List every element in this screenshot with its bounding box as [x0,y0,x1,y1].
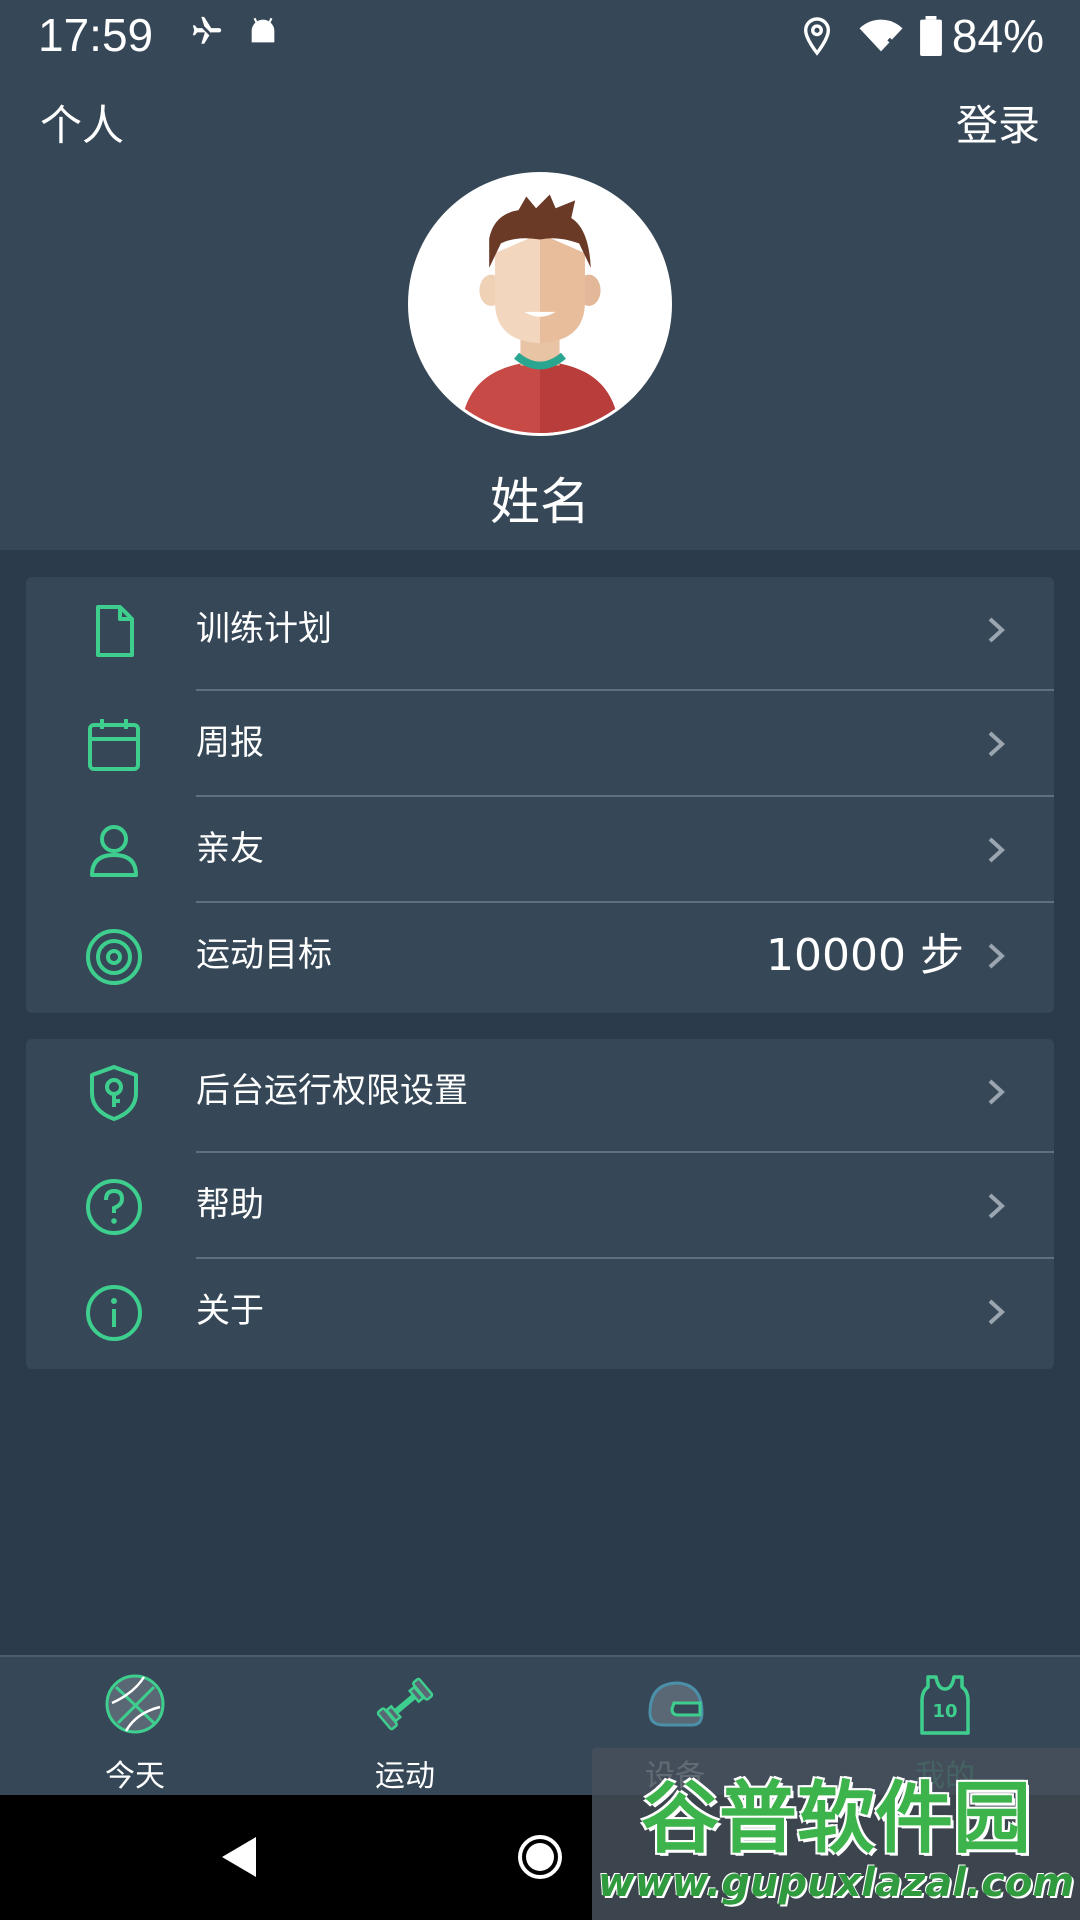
home-icon[interactable] [516,1833,564,1881]
chevron-right-icon [988,1079,1005,1105]
menu-item-label: 后台运行权限设置 [196,1071,468,1111]
battery-percent: 84% [951,10,1044,62]
document-icon [96,605,134,657]
chevron-right-icon [988,837,1005,863]
jersey-number: 10 [932,1701,957,1722]
help-icon [86,1179,142,1235]
chevron-right-icon [988,731,1005,757]
exercise-goal-value: 10000 步 [766,930,964,981]
menu-item-help[interactable]: 帮助 [26,1153,1054,1258]
chevron-right-icon [988,617,1005,643]
airplane-off-icon [192,16,222,45]
android-icon [251,17,275,43]
status-bar: 17:59 84% [0,0,1080,70]
chevron-right-icon [988,943,1005,969]
wifi-icon [859,19,903,52]
menu-item-label: 帮助 [196,1185,264,1225]
watermark-title: 谷普软件园 [640,1774,1031,1864]
watermark: 谷普软件园 www.gupuxlazal.com [592,1748,1080,1920]
nav-tab-today[interactable]: 今天 [0,1657,270,1797]
chevron-right-icon [988,1193,1005,1219]
menu-item-label: 训练计划 [196,609,332,649]
shield-key-icon [90,1065,138,1121]
person-icon [90,825,138,877]
nav-tab-exercise[interactable]: 运动 [270,1657,540,1797]
menu-item-background-permission[interactable]: 后台运行权限设置 [26,1039,1054,1144]
login-button[interactable]: 登录 [956,92,1040,153]
dumbbell-icon [376,1677,434,1731]
menu-item-training-plan[interactable]: 训练计划 [26,577,1054,682]
nav-tab-label: 运动 [375,1759,435,1794]
menu-item-label: 亲友 [196,829,264,869]
battery-icon [920,16,942,56]
menu-item-label: 关于 [196,1291,264,1331]
menu-item-label: 周报 [196,723,264,763]
status-time: 17:59 [38,9,154,61]
back-icon[interactable] [216,1833,260,1881]
menu-item-weekly-report[interactable]: 周报 [26,691,1054,796]
menu-item-friends[interactable]: 亲友 [26,797,1054,902]
menu-card-primary: 训练计划 周报 亲友 运动目标 10000 步 [26,577,1054,1013]
avatar-icon [411,175,669,433]
helmet-icon [648,1681,704,1727]
location-icon [803,17,830,56]
menu-card-secondary: 后台运行权限设置 帮助 关于 [26,1039,1054,1369]
nav-tab-label: 今天 [105,1759,165,1794]
header: 17:59 84% 个人 登录 姓名 [0,0,1080,550]
profile-name: 姓名 [490,473,590,531]
target-icon [86,929,142,985]
calendar-icon [88,719,140,771]
menu-item-about[interactable]: 关于 [26,1259,1054,1364]
menu-item-exercise-goal[interactable]: 运动目标 10000 步 [26,903,1054,1008]
page-title: 个人 [40,101,125,150]
avatar[interactable] [408,172,672,436]
basketball-icon [105,1674,165,1734]
menu-item-label: 运动目标 [196,935,332,975]
jersey-icon: 10 [920,1675,970,1735]
chevron-right-icon [988,1299,1005,1325]
status-right: 84% [800,8,1044,64]
watermark-url: www.gupuxlazal.com [597,1860,1075,1906]
info-icon [86,1285,142,1341]
